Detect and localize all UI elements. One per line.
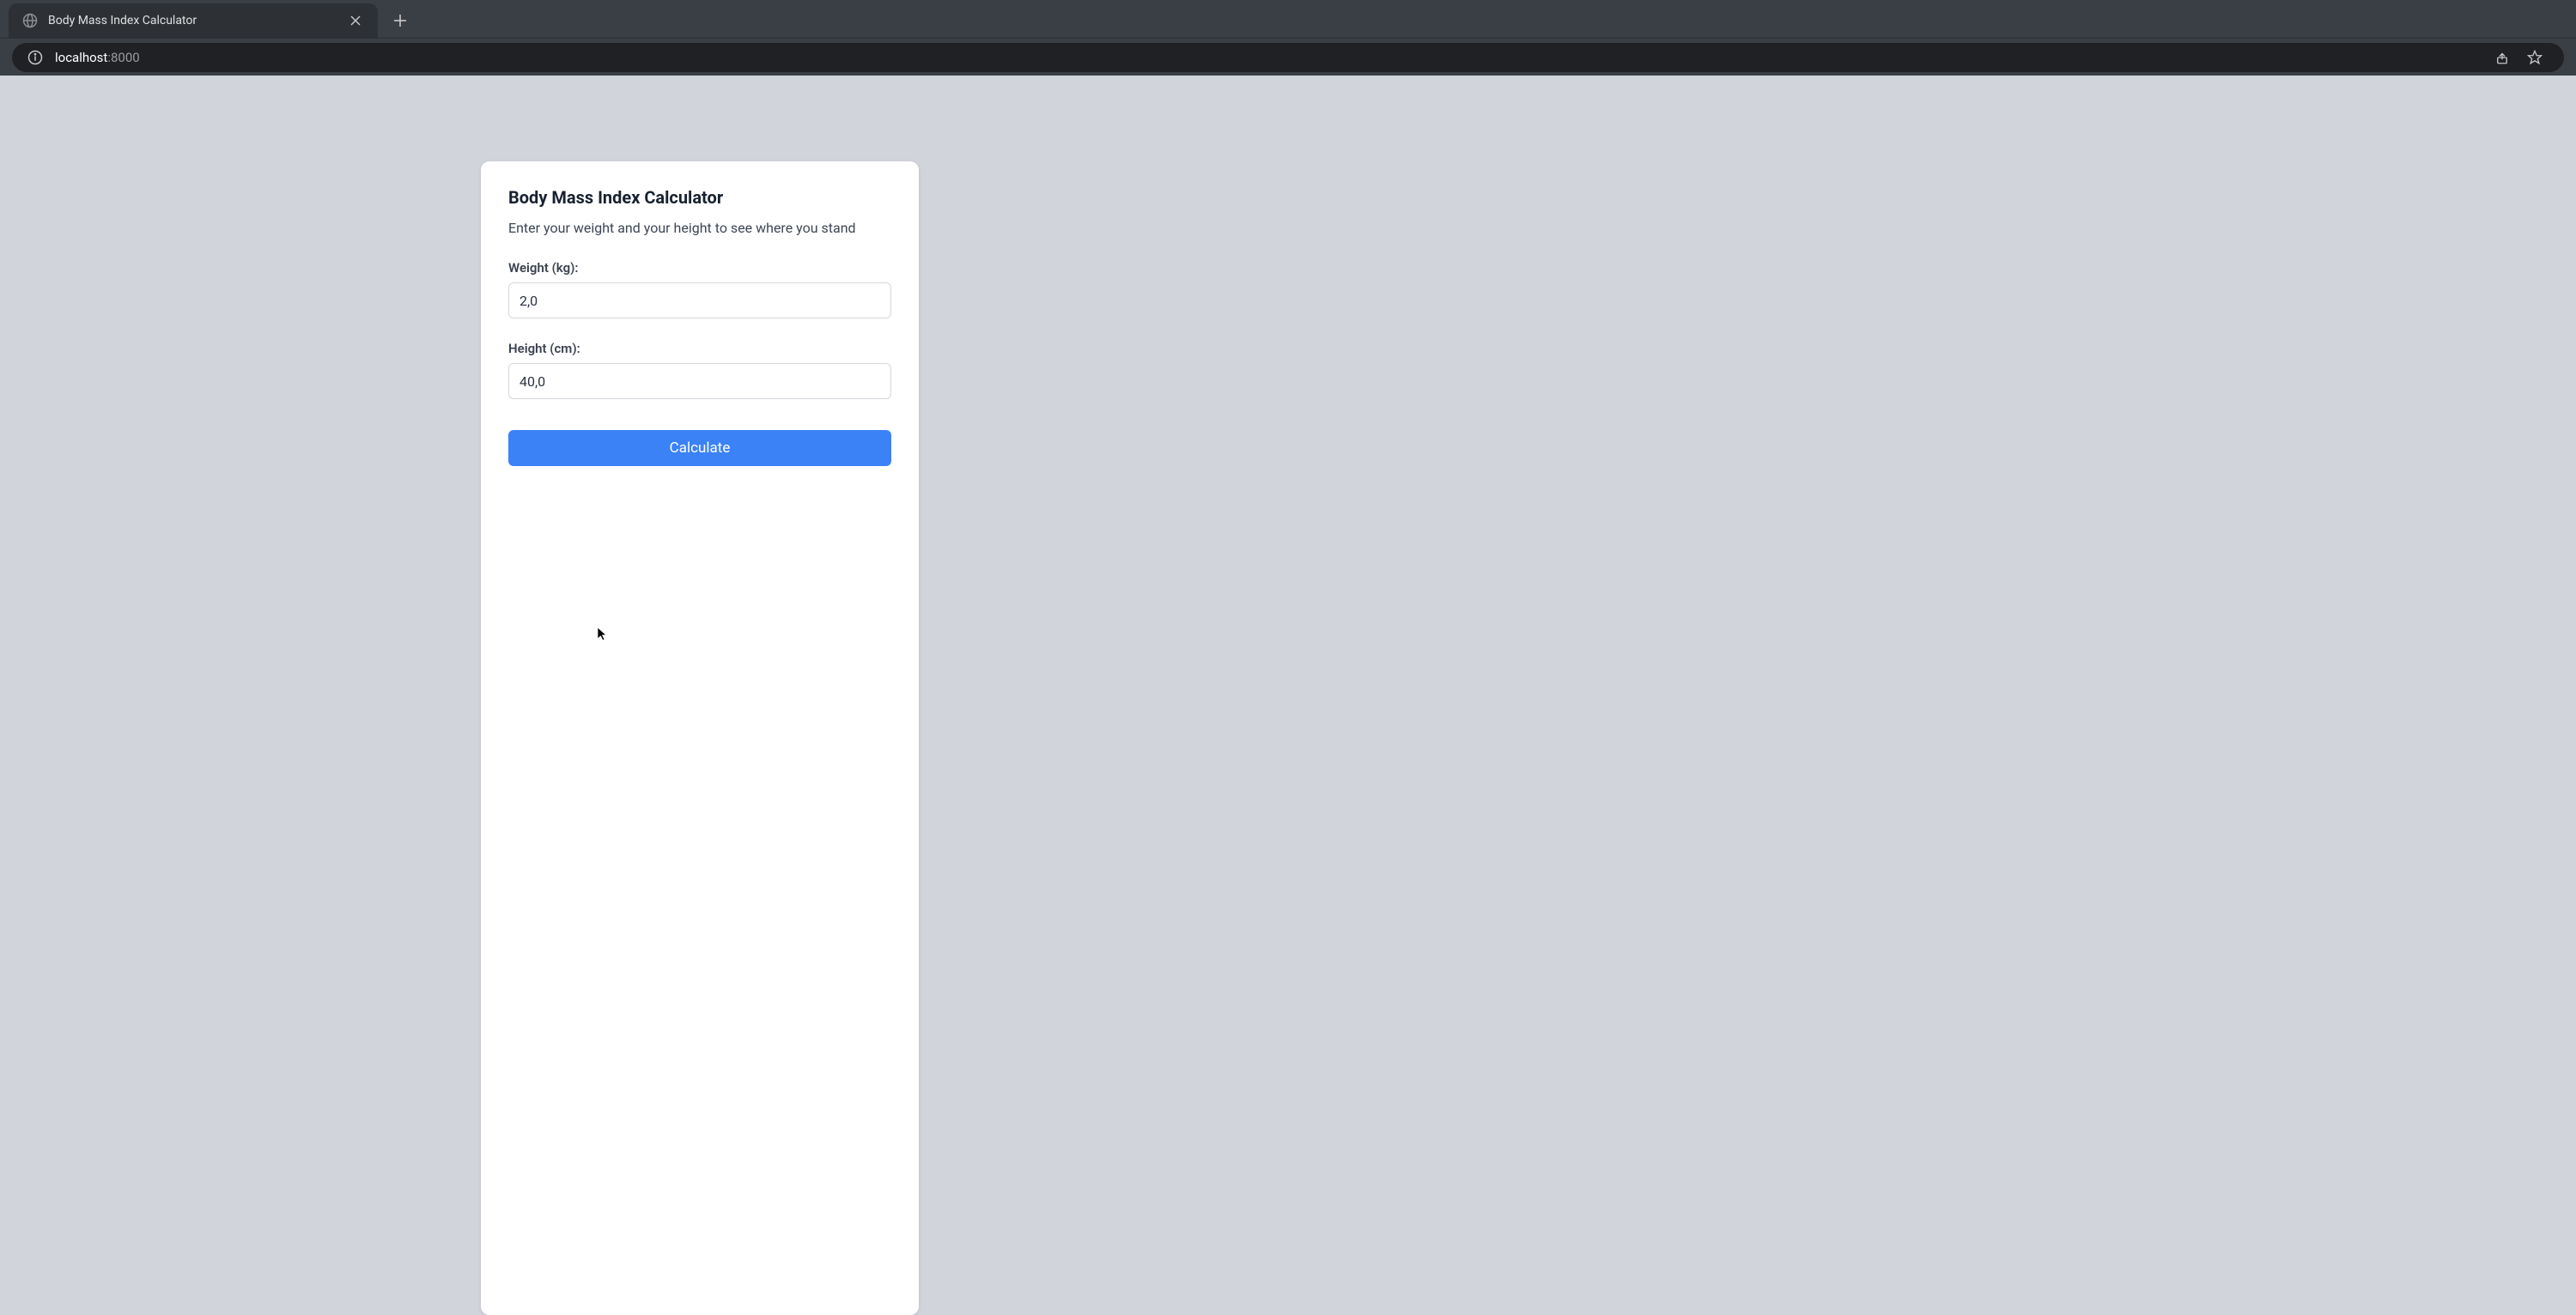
bmi-card: Body Mass Index Calculator Enter your we… xyxy=(481,161,919,1315)
new-tab-button[interactable] xyxy=(378,3,422,38)
site-info-icon[interactable] xyxy=(27,50,43,65)
browser-tab[interactable]: Body Mass Index Calculator xyxy=(9,3,378,38)
address-bar[interactable]: localhost:8000 xyxy=(12,43,2564,72)
tab-title: Body Mass Index Calculator xyxy=(48,14,337,27)
card-subtitle: Enter your weight and your height to see… xyxy=(508,220,891,236)
calculate-button[interactable]: Calculate xyxy=(508,430,891,466)
weight-group: Weight (kg): xyxy=(508,260,891,318)
url-text: localhost:8000 xyxy=(55,49,140,65)
url-host: localhost xyxy=(55,50,107,65)
url-port: :8000 xyxy=(107,50,139,65)
card-title: Body Mass Index Calculator xyxy=(508,187,891,208)
weight-label: Weight (kg): xyxy=(508,260,891,276)
address-actions xyxy=(2494,49,2549,66)
page-viewport: Body Mass Index Calculator Enter your we… xyxy=(0,76,2576,1315)
globe-icon xyxy=(22,13,38,28)
weight-input[interactable] xyxy=(508,282,891,318)
share-icon[interactable] xyxy=(2494,49,2511,66)
height-group: Height (cm): xyxy=(508,341,891,399)
height-input[interactable] xyxy=(508,363,891,399)
bookmark-star-icon[interactable] xyxy=(2526,49,2543,66)
height-label: Height (cm): xyxy=(508,341,891,356)
close-tab-icon[interactable] xyxy=(347,12,364,30)
browser-tab-strip: Body Mass Index Calculator xyxy=(0,0,2576,38)
address-bar-row: localhost:8000 xyxy=(0,38,2576,76)
